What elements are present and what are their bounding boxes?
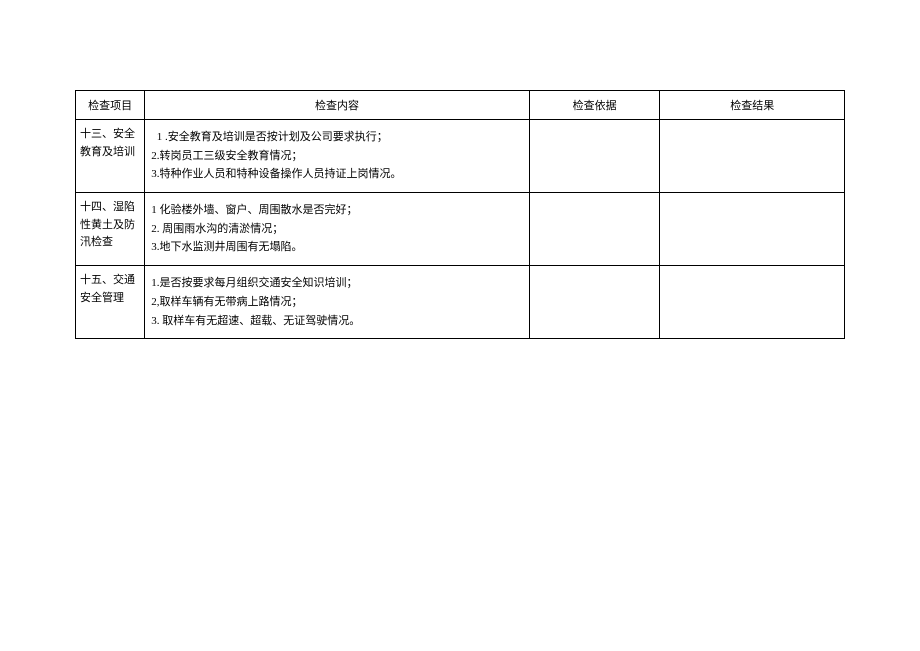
- row2-content: 1 化验楼外墙、窗户、周围散水是否完好； 2. 周围雨水沟的清淤情况； 3.地下…: [145, 193, 530, 266]
- row3-basis: [529, 266, 660, 339]
- header-col3: 检查依据: [529, 91, 660, 120]
- row3-line1: 1.是否按要求每月组织交通安全知识培训；: [151, 274, 523, 293]
- row1-content: 1 .安全教育及培训是否按计划及公司要求执行； 2.转岗员工三级安全教育情况； …: [145, 120, 530, 193]
- row1-line2: 2.转岗员工三级安全教育情况；: [151, 147, 523, 166]
- header-col1: 检查项目: [76, 91, 145, 120]
- row3-line3: 3. 取样车有无超速、超载、无证驾驶情况。: [151, 312, 523, 331]
- row3-content: 1.是否按要求每月组织交通安全知识培训； 2,取样车辆有无带病上路情况； 3. …: [145, 266, 530, 339]
- row2-line1: 1 化验楼外墙、窗户、周围散水是否完好；: [151, 201, 523, 220]
- row1-line3: 3.特种作业人员和特种设备操作人员持证上岗情况。: [151, 165, 523, 184]
- row2-item: 十四、湿陷性黄土及防汛检查: [76, 193, 145, 266]
- row1-result: [660, 120, 845, 193]
- row1-item: 十三、安全教育及培训: [76, 120, 145, 193]
- row2-basis: [529, 193, 660, 266]
- row3-line2: 2,取样车辆有无带病上路情况；: [151, 293, 523, 312]
- row1-basis: [529, 120, 660, 193]
- header-col2: 检查内容: [145, 91, 530, 120]
- row2-line3: 3.地下水监测井周围有无塌陷。: [151, 238, 523, 257]
- row2-line2: 2. 周围雨水沟的清淤情况；: [151, 220, 523, 239]
- row3-result: [660, 266, 845, 339]
- table-row: 十四、湿陷性黄土及防汛检查 1 化验楼外墙、窗户、周围散水是否完好； 2. 周围…: [76, 193, 845, 266]
- table-row: 十五、交通安全管理 1.是否按要求每月组织交通安全知识培训； 2,取样车辆有无带…: [76, 266, 845, 339]
- row2-result: [660, 193, 845, 266]
- inspection-table: 检查项目 检查内容 检查依据 检查结果 十三、安全教育及培训 1 .安全教育及培…: [75, 90, 845, 339]
- header-col4: 检查结果: [660, 91, 845, 120]
- table-header-row: 检查项目 检查内容 检查依据 检查结果: [76, 91, 845, 120]
- row1-line1: 1 .安全教育及培训是否按计划及公司要求执行；: [151, 128, 523, 147]
- table-row: 十三、安全教育及培训 1 .安全教育及培训是否按计划及公司要求执行； 2.转岗员…: [76, 120, 845, 193]
- row3-item: 十五、交通安全管理: [76, 266, 145, 339]
